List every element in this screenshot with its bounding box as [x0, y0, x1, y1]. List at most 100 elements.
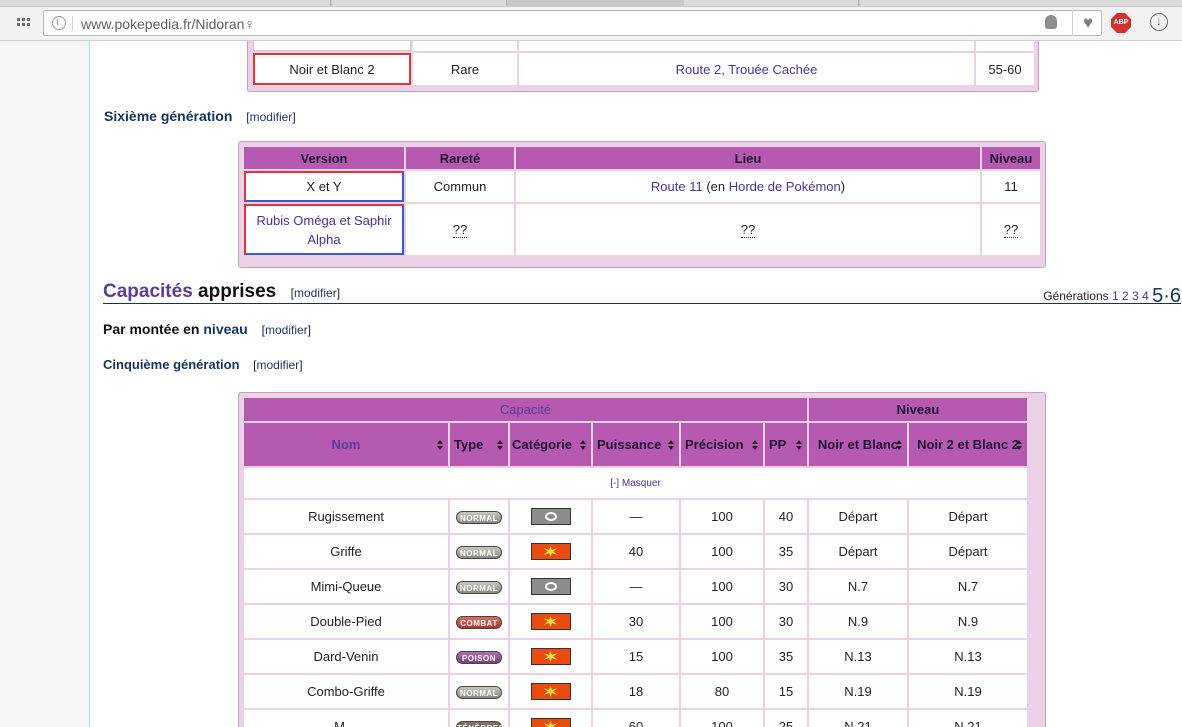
move-type-cell: POISON — [450, 640, 508, 673]
move-level-nb2-cell: Départ — [909, 535, 1027, 568]
type-badge[interactable]: TÉNÈBRES — [456, 721, 504, 727]
move-link[interactable]: Double-Pied — [310, 614, 382, 629]
gen-link-1[interactable]: 1 — [1112, 289, 1119, 303]
sort-icon[interactable] — [668, 439, 675, 450]
edit-link-par-niveau[interactable]: [modifier] — [262, 323, 311, 337]
lightbulb-icon[interactable] — [1045, 15, 1057, 29]
move-link[interactable]: Griffe — [330, 544, 362, 559]
moves-table: Capacité Niveau Nom Type Catégorie Puiss… — [242, 396, 1029, 727]
adblock-icon[interactable]: ABP — [1111, 13, 1131, 33]
move-accuracy-cell: 100 — [681, 605, 763, 638]
type-badge[interactable]: POISON — [456, 651, 502, 664]
move-link[interactable]: Dard-Venin — [313, 649, 378, 664]
move-pp-cell: 25 — [765, 710, 807, 727]
url-divider — [72, 16, 73, 31]
apps-grid-icon[interactable] — [17, 18, 31, 30]
modifier-link[interactable]: modifier — [294, 286, 337, 300]
header-type[interactable]: Type — [450, 423, 508, 466]
physical-category-icon[interactable] — [530, 683, 571, 701]
trouee-cachee-link[interactable]: Trouée Cachée — [728, 62, 817, 77]
physical-category-icon[interactable] — [530, 613, 571, 631]
heart-icon[interactable]: ♥ — [1072, 10, 1103, 36]
group-capacite: Capacité — [244, 398, 807, 421]
status-category-icon[interactable] — [530, 578, 571, 596]
move-category-cell — [510, 500, 591, 533]
niveau-link[interactable]: niveau — [203, 321, 247, 337]
move-type-cell: NORMAL — [450, 500, 508, 533]
sort-icon[interactable] — [580, 439, 587, 450]
move-category-cell — [510, 535, 591, 568]
header-precision[interactable]: Précision — [681, 423, 763, 466]
physical-category-icon[interactable] — [530, 543, 571, 561]
horde-link[interactable]: Horde de Pokémon — [729, 179, 841, 194]
type-badge[interactable]: NORMAL — [456, 511, 502, 524]
edit-link-sixth-gen[interactable]: [modifier] — [246, 110, 295, 124]
capacites-link[interactable]: Capacités — [103, 281, 193, 302]
physical-category-icon[interactable] — [530, 648, 571, 666]
browser-tab[interactable] — [860, 0, 1182, 6]
gen-link-2[interactable]: 2 — [1122, 289, 1129, 303]
browser-tab[interactable] — [0, 0, 331, 6]
header-puissance[interactable]: Puissance — [593, 423, 679, 466]
sort-icon[interactable] — [796, 439, 803, 450]
par-niveau-heading: Par montée en niveau [modifier] — [103, 321, 311, 337]
move-link[interactable]: Mimi-Queue — [311, 579, 382, 594]
masquer-toggle[interactable]: [-] Masquer — [610, 478, 661, 489]
group-niveau: Niveau — [809, 398, 1027, 421]
gen-link-4[interactable]: 4 — [1142, 289, 1149, 303]
moves-table-body: Rugissement NORMAL —100 40 Départ Départ Griff… — [244, 500, 1027, 727]
niveau-cell: ?? — [982, 204, 1040, 255]
move-level-nb2-cell: N.21 — [909, 710, 1027, 727]
modifier-link[interactable]: modifier — [250, 110, 293, 124]
header-noir2-blanc2[interactable]: Noir 2 et Blanc 2 — [909, 423, 1027, 466]
rubis-omega-link[interactable]: Rubis Oméga et Saphir Alpha — [256, 213, 391, 247]
modifier-link[interactable]: modifier — [257, 358, 300, 372]
route-11-link[interactable]: Route 11 — [651, 179, 703, 194]
download-icon[interactable]: ↓ — [1150, 13, 1168, 31]
move-link[interactable]: Combo-Griffe — [307, 684, 385, 699]
type-badge[interactable]: NORMAL — [456, 581, 502, 594]
sort-icon[interactable] — [752, 439, 759, 450]
move-type-cell: COMBAT — [450, 605, 508, 638]
move-link[interactable]: Rugissement — [308, 509, 384, 524]
move-accuracy-cell: 100 — [681, 640, 763, 673]
type-badge[interactable]: NORMAL — [456, 546, 502, 559]
sort-icon[interactable] — [1016, 439, 1023, 450]
sort-icon[interactable] — [437, 439, 444, 450]
header-label: Noir 2 et Blanc 2 — [917, 437, 1019, 452]
header-nom[interactable]: Nom — [244, 423, 448, 466]
type-badge[interactable]: COMBAT — [456, 616, 502, 629]
header-categorie[interactable]: Catégorie — [510, 423, 591, 466]
browser-tab[interactable] — [332, 0, 507, 6]
route-link[interactable]: Route 2, — [676, 62, 729, 77]
move-level-nb2-cell: N.13 — [909, 640, 1027, 673]
physical-category-icon[interactable] — [530, 718, 571, 727]
header-noir-blanc[interactable]: Noir et Blanc — [809, 423, 907, 466]
header-label: Précision — [685, 437, 744, 452]
sort-icon[interactable] — [497, 439, 504, 450]
move-accuracy-cell: 80 — [681, 675, 763, 708]
edit-link-fifth-gen[interactable]: [modifier] — [253, 358, 302, 372]
header-pp[interactable]: PP — [765, 423, 807, 466]
browser-tab[interactable] — [684, 0, 859, 6]
modifier-link[interactable]: modifier — [265, 323, 308, 337]
site-info-icon[interactable] — [52, 16, 66, 30]
move-name-cell: Double-Pied — [244, 605, 448, 638]
type-badge[interactable]: NORMAL — [456, 686, 502, 699]
niveau-cell: 11 — [982, 171, 1040, 202]
status-category-icon[interactable] — [530, 508, 571, 526]
browser-toolbar: www.pokepedia.fr/Nidoran♀ ♥ ABP ↓ — [0, 7, 1182, 41]
header-niveau: Niveau — [982, 147, 1040, 169]
move-link[interactable]: M… — [334, 719, 358, 727]
edit-link-capacites[interactable]: [modifier] — [291, 286, 340, 300]
table-row: Noir et Blanc 2 Rare Route 2, Trouée Cac… — [253, 53, 1034, 85]
table-cell — [413, 41, 517, 51]
table-row: Double-Pied COMBAT 30 100 30 N.9 N.9 — [244, 605, 1027, 638]
gen-link-3[interactable]: 3 — [1132, 289, 1139, 303]
move-category-cell — [510, 605, 591, 638]
sort-icon[interactable] — [896, 439, 903, 450]
move-power-cell: 18 — [593, 675, 679, 708]
url-text[interactable]: www.pokepedia.fr/Nidoran♀ — [81, 16, 255, 32]
table-header-group-row: Capacité Niveau — [244, 398, 1027, 421]
address-bar[interactable]: www.pokepedia.fr/Nidoran♀ ♥ — [43, 10, 1102, 36]
